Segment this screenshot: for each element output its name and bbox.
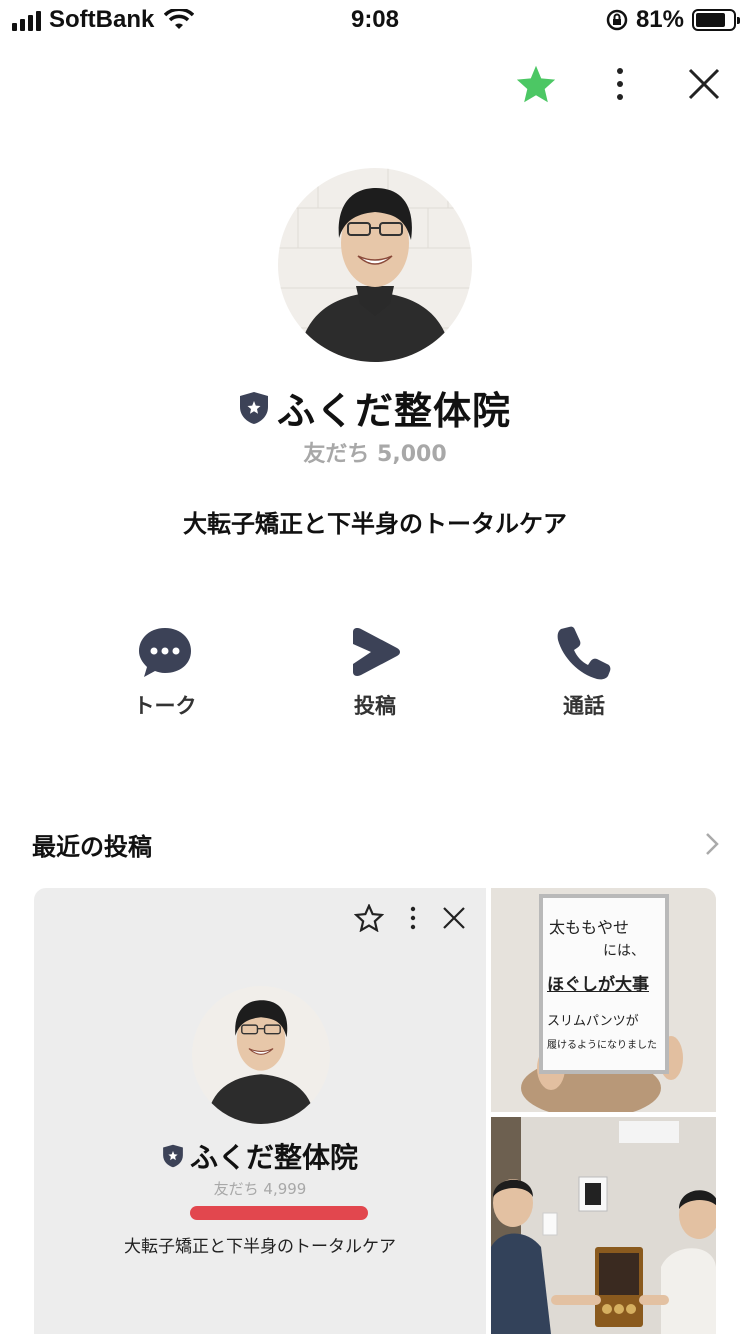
whiteboard-line: 太ももやせ: [549, 918, 630, 937]
call-label: 通話: [563, 694, 605, 718]
verified-badge-icon: [163, 1144, 183, 1168]
recent-posts-title: 最近の投稿: [32, 832, 152, 861]
close-icon: [688, 68, 720, 100]
star-filled-icon: [516, 65, 556, 103]
more-options-button[interactable]: [598, 62, 642, 106]
top-actions: [514, 62, 726, 106]
vertical-dots-icon: [617, 68, 623, 100]
whiteboard-line: 履けるようになりました: [547, 1040, 657, 1051]
status-message: 大転子矯正と下半身のトータルケア: [183, 510, 567, 538]
profile-avatar[interactable]: [278, 168, 472, 362]
close-button[interactable]: [682, 62, 726, 106]
profile-name-row: ふくだ整体院: [0, 380, 750, 435]
favorite-star-button[interactable]: [514, 62, 558, 106]
mini-status-message: 大転子矯正と下半身のトータルケア: [124, 1237, 396, 1257]
call-button[interactable]: 通話: [524, 620, 644, 720]
whiteboard: 太ももやせ には、 ほぐしが大事 スリムパンツが 履けるようになりました: [539, 894, 669, 1074]
whiteboard-line: ほぐしが大事: [547, 975, 649, 995]
friend-count: 友だち 5,000: [303, 442, 447, 467]
profile-name: ふくだ整体院: [276, 389, 511, 433]
phone-icon: [557, 626, 611, 680]
recent-posts-header[interactable]: 最近の投稿: [32, 826, 720, 862]
status-bar: SoftBank 9:08 81%: [0, 0, 750, 40]
post-thumbnail-photo[interactable]: [491, 1117, 716, 1334]
chevron-right-icon: [706, 833, 719, 855]
post-button[interactable]: 投稿: [315, 620, 435, 720]
mini-profile-avatar: [192, 986, 330, 1124]
chat-bubble-icon: [139, 628, 191, 677]
action-buttons: トーク 投稿 通話: [0, 620, 750, 720]
vertical-dots-icon: [410, 906, 416, 930]
whiteboard-line: には、: [603, 943, 645, 959]
orientation-lock-icon: [606, 9, 628, 31]
mini-profile-name: ふくだ整体院: [189, 1141, 358, 1174]
battery-icon: [692, 9, 740, 31]
talk-label: トーク: [133, 694, 197, 718]
post-thumbnail-profile-screenshot[interactable]: ふくだ整体院 友だち 4,999 大転子矯正と下半身のトータルケア: [34, 888, 486, 1334]
battery-percentage: 81%: [635, 6, 684, 33]
post-thumbnail-whiteboard[interactable]: 太ももやせ には、 ほぐしが大事 スリムパンツが 履けるようになりました: [491, 888, 716, 1112]
voom-post-icon: [353, 628, 400, 676]
talk-button[interactable]: トーク: [105, 620, 225, 720]
mini-name-row: ふくだ整体院: [34, 1136, 486, 1176]
post-label: 投稿: [354, 694, 396, 718]
clinic-photo: [491, 1117, 716, 1334]
profile-photo: [278, 168, 472, 362]
mini-friend-count: 友だち 4,999: [213, 1180, 307, 1198]
recent-posts-grid: ふくだ整体院 友だち 4,999 大転子矯正と下半身のトータルケア 太ももやせ …: [34, 888, 716, 1334]
mini-top-actions: [354, 904, 466, 932]
close-icon: [443, 907, 465, 929]
red-highlight-stroke: [190, 1206, 368, 1220]
whiteboard-line: スリムパンツが: [547, 1014, 639, 1029]
star-outline-icon: [354, 904, 384, 932]
verified-badge-icon: [239, 391, 268, 424]
